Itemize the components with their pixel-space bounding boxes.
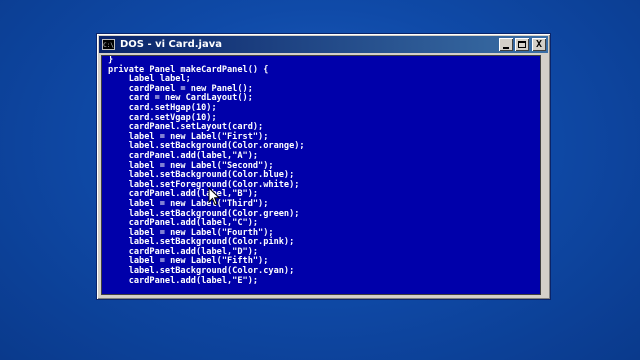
window-title: DOS - vi Card.java [120, 39, 222, 50]
maximize-icon [518, 41, 526, 48]
window-titlebar[interactable]: C:\ DOS - vi Card.java X [99, 36, 548, 53]
close-icon: X [535, 39, 543, 50]
console-area[interactable]: } private Panel makeCardPanel() { Label l… [101, 55, 541, 295]
code-text[interactable]: } private Panel makeCardPanel() { Label l… [108, 56, 305, 286]
code-line: cardPanel.add(label,"E"); [108, 275, 259, 286]
dos-window[interactable]: C:\ DOS - vi Card.java X } private Panel … [96, 33, 551, 300]
maximize-button[interactable] [515, 38, 529, 51]
minimize-icon [503, 46, 509, 49]
mouse-pointer-icon [208, 187, 221, 206]
console-icon[interactable]: C:\ [102, 39, 115, 50]
minimize-button[interactable] [499, 38, 513, 51]
close-button[interactable]: X [532, 38, 546, 51]
window-controls: X [497, 38, 546, 51]
